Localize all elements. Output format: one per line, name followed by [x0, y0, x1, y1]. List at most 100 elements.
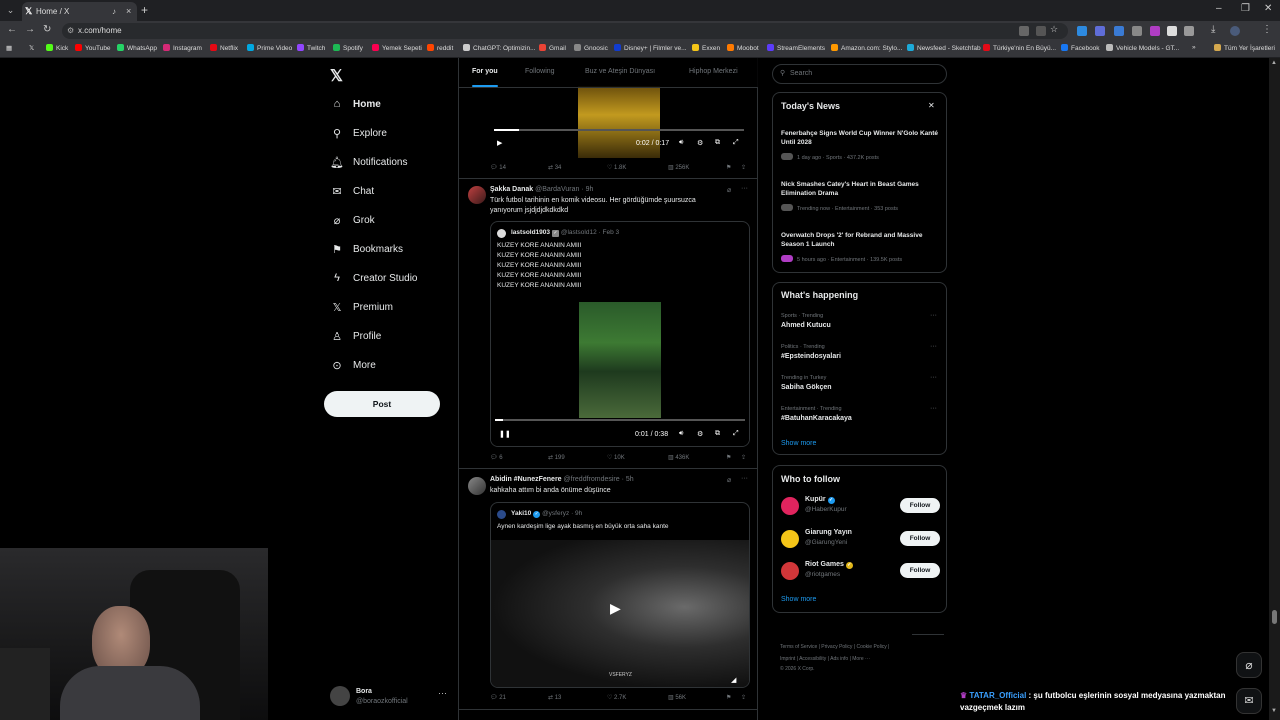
nav-grok[interactable]: ⌀ Grok [330, 210, 375, 230]
forward-icon[interactable]: → [25, 24, 35, 35]
profile-icon[interactable] [1230, 26, 1240, 36]
browser-tab[interactable]: 𝕏 Home / X ♪ × [22, 2, 137, 21]
follow-name[interactable]: Riot Games ✓ [805, 561, 853, 569]
fullscreen-icon[interactable]: ⤢ [733, 430, 739, 438]
bookmark-item[interactable]: Türkiye'nin En Büyü... [983, 44, 1056, 52]
account-switcher[interactable]: Bora @boraozkofficial ··· [330, 686, 450, 710]
show-more-link[interactable]: Show more [781, 440, 816, 447]
reply-button[interactable]: 💬︎ 6 [490, 454, 503, 461]
author-name[interactable]: Şakka Danak [490, 186, 533, 193]
bookmark-item[interactable]: Spotify [333, 44, 363, 52]
video-progress-bar[interactable] [494, 129, 744, 131]
bookmark-item[interactable]: Prime Video [247, 44, 292, 52]
trend-name[interactable]: Sabiha Gökçen [781, 384, 832, 391]
volume-icon[interactable]: 🔊︎ [679, 430, 683, 438]
tab-search-icon[interactable]: ⌄ [4, 4, 17, 17]
like-button[interactable]: ♡ 2.7K [607, 694, 626, 701]
repost-button[interactable]: ⇄ 13 [548, 694, 561, 701]
share-button[interactable]: ⇪ [741, 164, 746, 171]
avatar[interactable] [468, 186, 486, 204]
play-icon[interactable]: ▶ [610, 600, 621, 617]
settings-icon[interactable]: ⚙ [697, 430, 703, 438]
bookmark-item[interactable]: Disney+ | Filmler ve... [614, 44, 687, 52]
extension-icon[interactable] [1077, 26, 1087, 36]
bookmark-item[interactable]: Gmail [539, 44, 566, 52]
nav-bookmarks[interactable]: ⚑ Bookmarks [330, 239, 403, 259]
news-headline[interactable]: Nick Smashes Catey's Heart in Beast Game… [781, 180, 941, 198]
bookmark-item[interactable]: Gnoosic [574, 44, 608, 52]
author-name[interactable]: Abidin #NunezFenere [490, 476, 562, 483]
more-dots-icon[interactable]: ··· [741, 185, 748, 192]
video-player[interactable]: ▶ VSFERYZ ◢ [491, 540, 749, 687]
apps-icon[interactable]: ▦ [6, 44, 12, 52]
follow-name[interactable]: Giarung Yayın [805, 529, 852, 536]
bookmark-item[interactable]: Instagram [163, 44, 202, 52]
show-more-link[interactable]: Show more [781, 596, 816, 603]
extension-icon[interactable] [1095, 26, 1105, 36]
x-logo-icon[interactable]: 𝕏 [330, 66, 343, 86]
like-button[interactable]: ♡ 1.8K [607, 164, 626, 171]
bookmark-item[interactable]: Kick [46, 44, 68, 52]
grok-icon[interactable]: ⌀ [727, 476, 731, 484]
avatar[interactable] [781, 497, 799, 515]
extension-icon[interactable] [1150, 26, 1160, 36]
quoted-tweet[interactable]: Yaki10 ✓ @ysferyz · 9h Aynen kardeşim lig… [490, 502, 750, 688]
fullscreen-icon[interactable]: ⤢ [733, 139, 739, 147]
more-dots-icon[interactable]: ··· [930, 312, 937, 319]
author-handle[interactable]: @BardaVuran [535, 186, 579, 193]
bookmark-button[interactable]: ⚑ [726, 164, 731, 171]
nav-explore[interactable]: ⚲ Explore [330, 123, 387, 143]
tweet-time[interactable]: · 9h [581, 186, 593, 193]
bookmarks-overflow-icon[interactable]: » [1192, 44, 1196, 51]
follow-button[interactable]: Follow [900, 531, 940, 546]
bookmark-folder[interactable]: Tüm Yer İşaretleri [1214, 44, 1275, 52]
tab-community[interactable]: Hiphop Merkezi [689, 68, 738, 75]
news-headline[interactable]: Fenerbahçe Signs World Cup Winner N'Golo… [781, 129, 941, 147]
cast-icon[interactable] [1036, 26, 1046, 36]
bookmark-item[interactable]: Twitch [297, 44, 325, 52]
tweet-time[interactable]: · 5h [622, 476, 634, 483]
like-button[interactable]: ♡ 10K [607, 454, 625, 461]
new-tab-icon[interactable]: + [141, 3, 148, 17]
footer-links[interactable]: Imprint | Accessibility | Ads info | Mor… [780, 656, 870, 662]
share-button[interactable]: ⇪ [741, 454, 746, 461]
quoted-tweet[interactable]: lastsold1903 ✓ @lastsold12 · Feb 3 KUZEY … [490, 221, 750, 447]
download-icon[interactable]: ⤓ [1211, 24, 1215, 35]
tab-for-you[interactable]: For you [472, 68, 498, 75]
follow-name[interactable]: Kupür ✓ [805, 496, 835, 504]
extension-icon[interactable] [1167, 26, 1177, 36]
bookmark-item[interactable]: Exxen [692, 44, 720, 52]
bookmark-item[interactable]: StreamElements [767, 44, 825, 52]
trend-name[interactable]: Ahmed Kutucu [781, 322, 831, 329]
avatar[interactable] [468, 477, 486, 495]
page-scrollbar[interactable]: ▲ ▼ [1269, 58, 1280, 720]
scroll-down-icon[interactable]: ▼ [1271, 708, 1277, 714]
video-progress-bar[interactable] [495, 419, 745, 421]
bookmark-item[interactable]: ChatGPT: Optimizin... [463, 44, 536, 52]
nav-profile[interactable]: ♙ Profile [330, 326, 381, 346]
more-dots-icon[interactable]: ··· [930, 405, 937, 412]
scroll-up-icon[interactable]: ▲ [1271, 60, 1277, 66]
footer-links[interactable]: Terms of Service | Privacy Policy | Cook… [780, 644, 889, 650]
tab-close-icon[interactable]: × [126, 2, 131, 21]
reply-button[interactable]: 💬︎ 14 [490, 164, 506, 171]
translate-icon[interactable] [1019, 26, 1029, 36]
address-bar[interactable]: ⚙ x.com/home [62, 23, 1068, 39]
avatar[interactable] [781, 562, 799, 580]
tab-following[interactable]: Following [525, 68, 555, 75]
close-icon[interactable]: ✕ [928, 101, 935, 110]
follow-button[interactable]: Follow [900, 498, 940, 513]
bookmark-item[interactable]: WhatsApp [117, 44, 157, 52]
nav-chat[interactable]: ✉ Chat [330, 181, 374, 201]
back-icon[interactable]: ← [7, 24, 17, 35]
views-button[interactable]: ▥ 256K [668, 164, 689, 171]
nav-premium[interactable]: 𝕏 Premium [330, 297, 393, 317]
reply-button[interactable]: 💬︎ 21 [490, 694, 506, 701]
bookmark-item[interactable]: Yemek Sepeti [372, 44, 422, 52]
share-button[interactable]: ⇪ [741, 694, 746, 701]
speaker-icon[interactable]: ♪ [112, 2, 116, 21]
views-button[interactable]: ▥ 436K [668, 454, 689, 461]
repost-button[interactable]: ⇄ 34 [548, 164, 561, 171]
volume-icon[interactable]: 🔊︎ [679, 139, 683, 147]
puzzle-icon[interactable] [1184, 26, 1194, 36]
